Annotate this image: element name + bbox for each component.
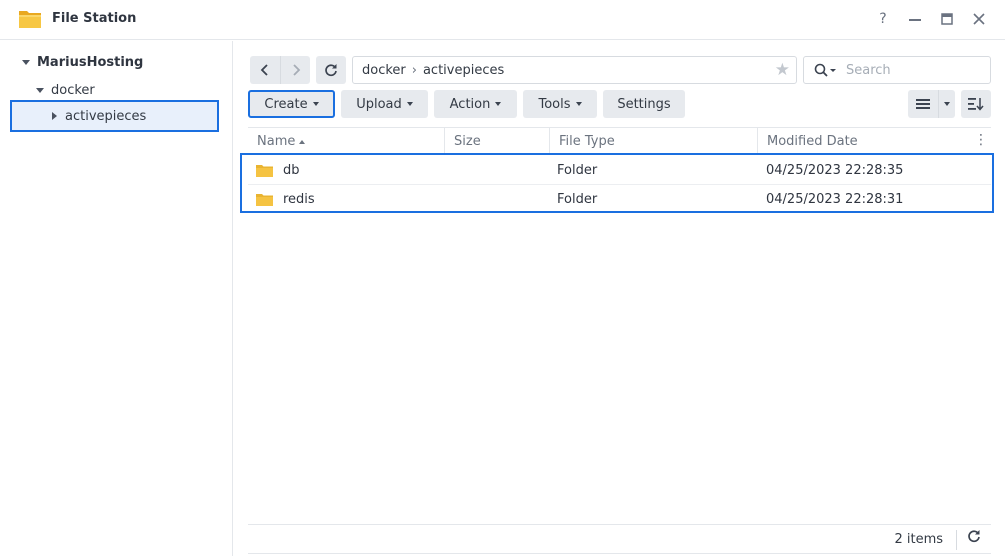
- history-nav: [250, 56, 310, 84]
- minimize-button[interactable]: [904, 8, 926, 30]
- close-icon: [973, 13, 985, 25]
- tools-label: Tools: [538, 96, 571, 112]
- settings-button[interactable]: Settings: [603, 90, 685, 118]
- column-options-icon[interactable]: ⋮: [974, 132, 988, 148]
- help-icon[interactable]: ?: [872, 8, 894, 30]
- upload-label: Upload: [356, 96, 402, 112]
- sort-icon: [968, 98, 984, 111]
- folder-tree: MariusHosting docker activepieces: [0, 41, 233, 556]
- chevron-down-icon: [495, 102, 502, 106]
- item-count: 2 items: [894, 532, 943, 547]
- tree-item-docker[interactable]: docker: [36, 80, 95, 100]
- search-box[interactable]: [803, 56, 991, 84]
- chevron-down-icon: [575, 102, 582, 106]
- sort-button[interactable]: [961, 90, 991, 118]
- tree-item-root[interactable]: MariusHosting: [22, 52, 143, 72]
- tools-button[interactable]: Tools: [523, 90, 597, 118]
- path-separator: ›: [411, 62, 417, 78]
- action-label: Action: [449, 96, 491, 112]
- path-segment-activepieces[interactable]: activepieces: [423, 63, 504, 78]
- view-dropdown-button[interactable]: [938, 90, 955, 118]
- expand-icon[interactable]: [52, 112, 57, 120]
- search-input[interactable]: [846, 62, 976, 78]
- file-list-header: Name Size File Type Modified Date ⋮: [248, 127, 991, 155]
- sort-asc-icon: [299, 139, 306, 144]
- settings-label: Settings: [617, 96, 671, 112]
- action-button[interactable]: Action: [434, 90, 517, 118]
- column-header-type[interactable]: File Type: [550, 128, 758, 155]
- window-title: File Station: [52, 11, 137, 26]
- refresh-list-button[interactable]: [967, 529, 981, 547]
- tree-label-docker: docker: [51, 82, 95, 98]
- chevron-down-icon: [406, 102, 413, 106]
- upload-button[interactable]: Upload: [341, 90, 428, 118]
- divider: [956, 530, 957, 550]
- view-mode-toggle: [908, 90, 955, 118]
- forward-button[interactable]: [280, 56, 310, 84]
- refresh-button[interactable]: [316, 56, 346, 84]
- chevron-down-icon: [944, 102, 950, 106]
- status-bar: 2 items: [248, 524, 991, 554]
- column-header-name[interactable]: Name: [248, 128, 445, 155]
- column-label-modified: Modified Date: [767, 134, 858, 149]
- path-bar[interactable]: docker › activepieces ★: [352, 56, 797, 84]
- tree-label-root: MariusHosting: [37, 54, 144, 70]
- list-view-button[interactable]: [908, 90, 938, 118]
- expand-icon[interactable]: [36, 87, 44, 93]
- column-label-size: Size: [454, 134, 481, 149]
- search-icon[interactable]: [814, 63, 838, 77]
- close-button[interactable]: [968, 8, 990, 30]
- column-header-size[interactable]: Size: [445, 128, 550, 155]
- selection-highlight: [240, 153, 994, 213]
- list-icon: [916, 99, 930, 109]
- expand-icon[interactable]: [22, 59, 30, 65]
- chevron-right-icon: [292, 64, 300, 76]
- column-label-name: Name: [257, 134, 296, 149]
- maximize-button[interactable]: [936, 8, 958, 30]
- tree-item-activepieces[interactable]: activepieces: [10, 100, 219, 132]
- column-label-type: File Type: [559, 134, 615, 149]
- minimize-icon: [909, 19, 921, 21]
- path-segment-docker[interactable]: docker: [362, 63, 406, 78]
- chevron-down-icon: [312, 102, 319, 106]
- favorite-star-icon[interactable]: ★: [775, 60, 790, 80]
- tree-label-activepieces: activepieces: [65, 108, 147, 124]
- chevron-left-icon: [260, 64, 268, 76]
- maximize-icon: [941, 13, 953, 25]
- column-header-modified[interactable]: Modified Date: [758, 128, 976, 155]
- back-button[interactable]: [250, 56, 280, 84]
- file-station-icon: [19, 11, 41, 28]
- create-label: Create: [264, 96, 308, 112]
- create-button[interactable]: Create: [248, 90, 335, 118]
- refresh-icon: [325, 64, 337, 77]
- refresh-icon: [968, 530, 980, 543]
- title-bar: File Station ?: [0, 0, 1005, 40]
